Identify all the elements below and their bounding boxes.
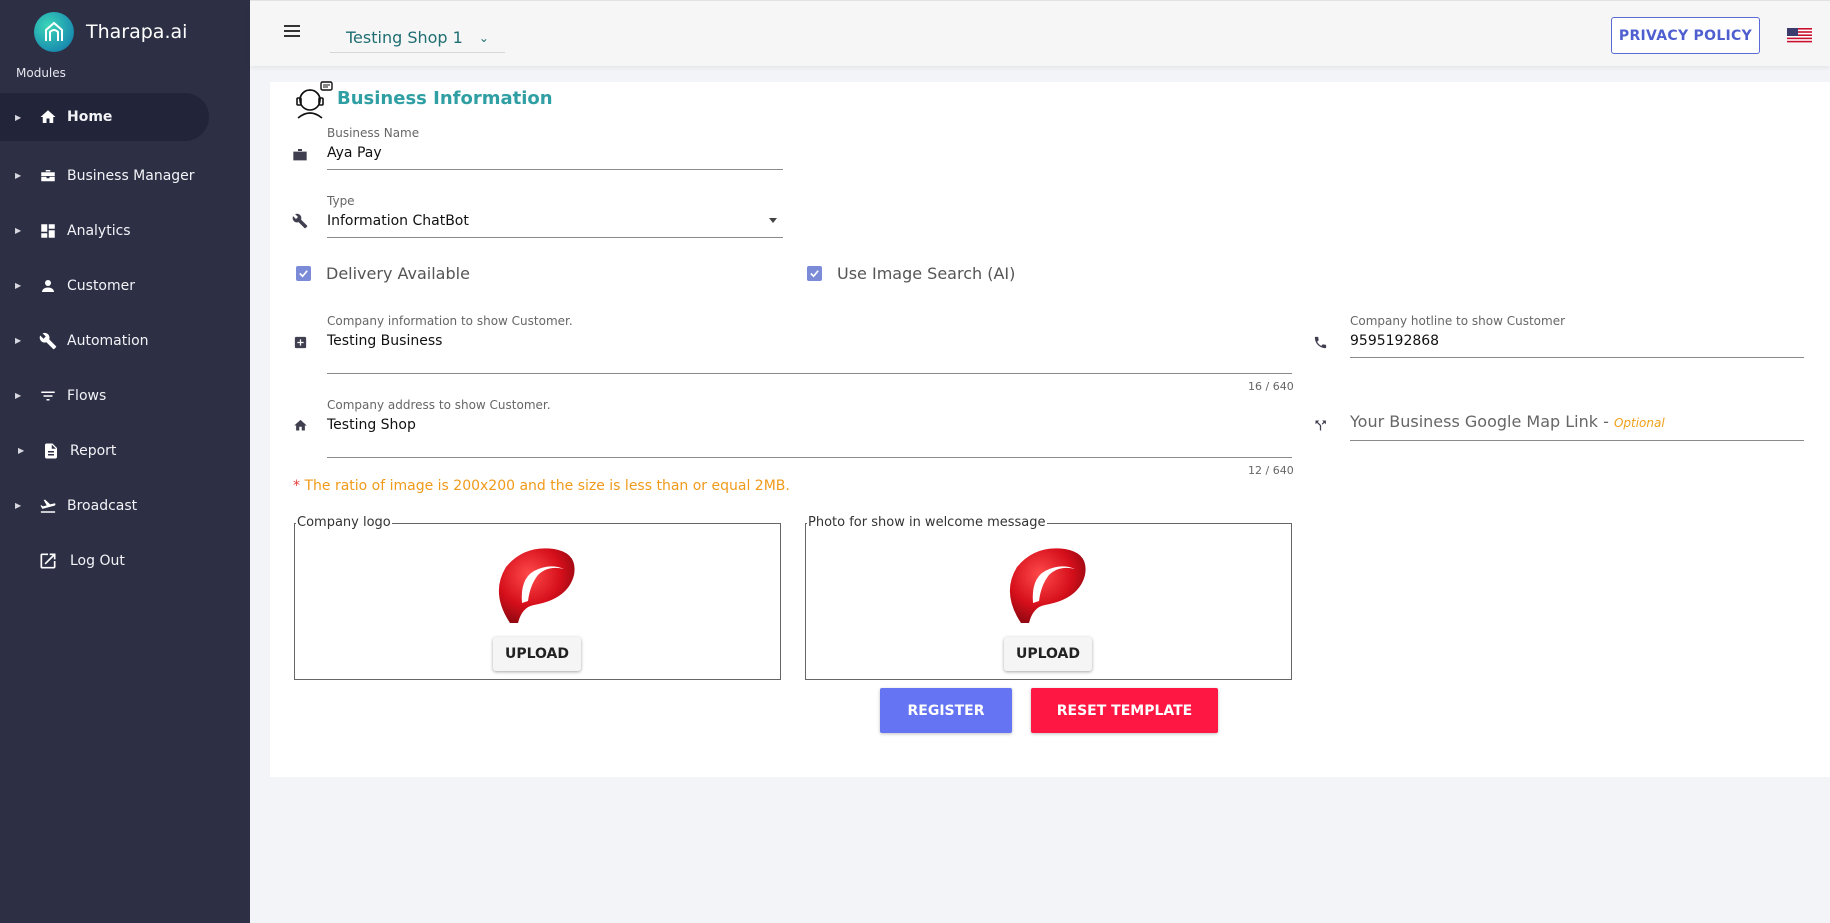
- filter-icon: [38, 386, 58, 406]
- business-name-value: Aya Pay: [327, 145, 382, 161]
- delivery-checkbox[interactable]: [296, 266, 311, 281]
- image-search-checkbox[interactable]: [807, 266, 822, 281]
- dashboard-icon: [38, 221, 58, 241]
- privacy-policy-button[interactable]: PRIVACY POLICY: [1611, 17, 1760, 54]
- document-icon: [41, 441, 61, 461]
- map-link-placeholder-text: Your Business Google Map Link -: [1350, 412, 1614, 431]
- sidebar-item-label: Flows: [67, 387, 107, 404]
- sidebar-item-home[interactable]: ▶ Home: [0, 93, 209, 141]
- sidebar-nav: ▶ Home ▶ Business Manager ▶ Analytics ▶: [0, 93, 250, 588]
- company-info-label: Company information to show Customer.: [327, 314, 573, 328]
- sidebar-item-label: Automation: [67, 332, 149, 349]
- image-ratio-note-text: The ratio of image is 200x200 and the si…: [300, 478, 790, 494]
- company-info-textarea[interactable]: Testing Business: [327, 330, 1292, 374]
- hotline-label: Company hotline to show Customer: [1350, 314, 1566, 328]
- caret-right-icon: ▶: [18, 446, 25, 455]
- open-in-new-icon: [38, 551, 58, 571]
- caret-right-icon: ▶: [15, 336, 22, 345]
- brand-name: Tharapa.ai: [86, 21, 188, 43]
- briefcase-icon: [291, 146, 309, 164]
- address-value: Testing Shop: [327, 417, 416, 433]
- wrench-icon: [291, 212, 309, 230]
- business-name-label: Business Name: [327, 126, 420, 140]
- image-ratio-note: * The ratio of image is 200x200 and the …: [293, 478, 790, 494]
- register-button[interactable]: REGISTER: [880, 688, 1012, 733]
- type-value: Information ChatBot: [327, 213, 469, 229]
- caret-right-icon: ▶: [15, 281, 22, 290]
- sidebar-item-broadcast[interactable]: ▶ Broadcast: [0, 478, 250, 533]
- company-info-value: Testing Business: [327, 333, 443, 349]
- sidebar-item-label: Home: [67, 109, 113, 125]
- sidebar-item-report[interactable]: ▶ Report: [0, 423, 250, 478]
- required-star: *: [293, 478, 300, 494]
- sidebar-item-analytics[interactable]: ▶ Analytics: [0, 203, 250, 258]
- sidebar-item-business-manager[interactable]: ▶ Business Manager: [0, 148, 250, 203]
- company-logo-image: [492, 543, 578, 629]
- sidebar-item-label: Log Out: [70, 552, 125, 569]
- optional-label: Optional: [1613, 416, 1665, 430]
- top-bar: Testing Shop 1 ⌄ PRIVACY POLICY: [250, 0, 1830, 66]
- address-textarea[interactable]: Testing Shop: [327, 414, 1292, 458]
- caret-right-icon: ▶: [15, 391, 22, 400]
- sidebar-item-label: Analytics: [67, 222, 131, 239]
- business-information-card: Business Information Business Name Aya P…: [270, 80, 1830, 777]
- type-select[interactable]: Information ChatBot: [327, 210, 783, 238]
- delivery-label: Delivery Available: [326, 264, 470, 283]
- company-info-counter: 16 / 640: [1248, 380, 1294, 393]
- sidebar-item-label: Business Manager: [67, 167, 195, 184]
- fork-right-icon: [1311, 416, 1329, 434]
- business-name-input[interactable]: Aya Pay: [327, 142, 783, 170]
- sidebar-item-label: Report: [70, 442, 117, 459]
- caret-right-icon: ▶: [15, 112, 22, 122]
- shop-select[interactable]: Testing Shop 1 ⌄: [330, 23, 505, 53]
- address-counter: 12 / 640: [1248, 464, 1294, 477]
- sidebar: Tharapa.ai Modules ▶ Home ▶ Business Man…: [0, 0, 250, 923]
- map-link-placeholder: Your Business Google Map Link - Optional: [1350, 412, 1665, 431]
- reset-template-button[interactable]: RESET TEMPLATE: [1031, 688, 1218, 733]
- welcome-photo-legend: Photo for show in welcome message: [807, 515, 1047, 530]
- image-search-label: Use Image Search (AI): [837, 264, 1016, 283]
- caret-right-icon: ▶: [15, 226, 22, 235]
- address-label: Company address to show Customer.: [327, 398, 551, 412]
- add-box-icon: [291, 333, 309, 351]
- chevron-down-icon: ⌄: [478, 30, 489, 45]
- wrench-icon: [38, 331, 58, 351]
- flight-takeoff-icon: [38, 496, 58, 516]
- hotline-value: 9595192868: [1350, 333, 1440, 349]
- brand-logo-icon: [34, 12, 74, 52]
- phone-icon: [1311, 333, 1329, 351]
- welcome-photo-upload: Photo for show in welcome message UPLOAD: [805, 515, 1292, 680]
- section-title: Business Information: [337, 88, 553, 109]
- menu-icon[interactable]: [284, 25, 300, 39]
- support-agent-icon: [292, 80, 334, 122]
- sidebar-item-logout[interactable]: Log Out: [0, 533, 250, 588]
- home-icon: [291, 416, 309, 434]
- map-link-input[interactable]: Your Business Google Map Link - Optional: [1350, 407, 1804, 441]
- sidebar-item-label: Broadcast: [67, 497, 138, 514]
- us-flag-icon[interactable]: [1787, 28, 1812, 43]
- modules-label: Modules: [16, 66, 66, 80]
- type-label: Type: [327, 194, 355, 208]
- sidebar-item-automation[interactable]: ▶ Automation: [0, 313, 250, 368]
- welcome-photo-upload-button[interactable]: UPLOAD: [1004, 637, 1092, 671]
- welcome-photo-image: [1003, 543, 1089, 629]
- caret-right-icon: ▶: [15, 171, 22, 180]
- shop-select-value: Testing Shop 1: [346, 28, 463, 47]
- person-icon: [38, 276, 58, 296]
- home-icon: [38, 107, 58, 127]
- company-logo-legend: Company logo: [296, 515, 392, 530]
- hotline-input[interactable]: 9595192868: [1350, 330, 1804, 358]
- sidebar-item-flows[interactable]: ▶ Flows: [0, 368, 250, 423]
- dropdown-arrow-icon: [769, 218, 777, 223]
- briefcase-icon: [38, 166, 58, 186]
- sidebar-item-customer[interactable]: ▶ Customer: [0, 258, 250, 313]
- company-logo-upload: Company logo UPLOAD: [294, 515, 781, 680]
- caret-right-icon: ▶: [15, 501, 22, 510]
- sidebar-item-label: Customer: [67, 277, 136, 294]
- brand[interactable]: Tharapa.ai: [34, 12, 187, 52]
- company-logo-upload-button[interactable]: UPLOAD: [493, 637, 581, 671]
